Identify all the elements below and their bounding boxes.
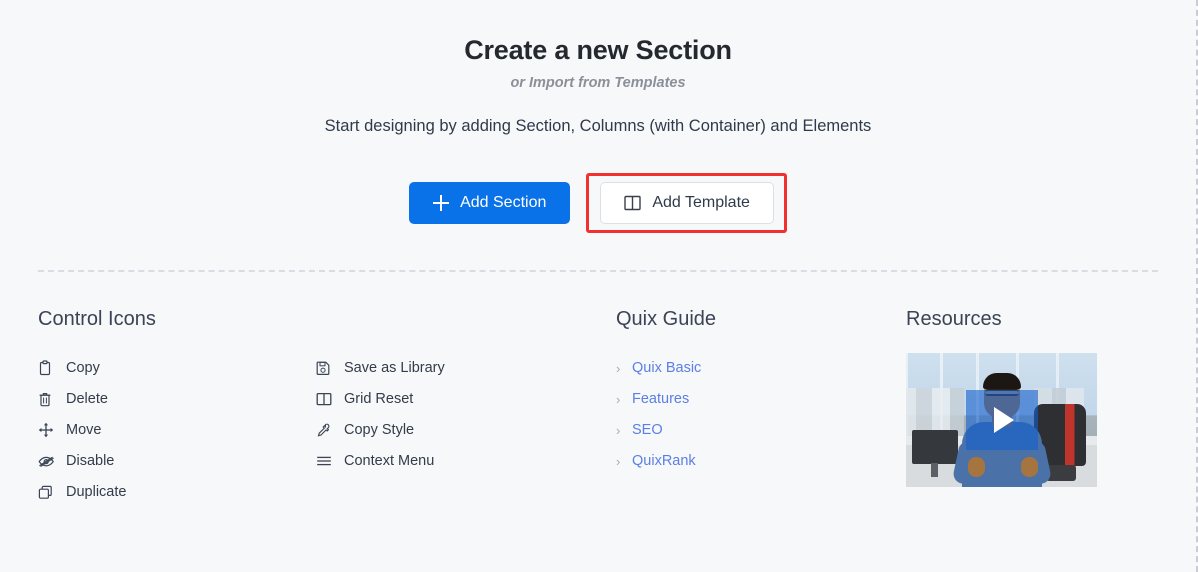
guide-link-label[interactable]: QuixRank [632, 453, 696, 469]
hero-section: Create a new Section or Import from Temp… [0, 0, 1196, 233]
quix-guide-column: Quix Guide › Quix Basic › Features › SEO… [616, 307, 906, 508]
page-title: Create a new Section [464, 35, 732, 65]
control-item-grid-reset: Grid Reset [316, 384, 616, 415]
control-item-label: Delete [66, 391, 108, 408]
template-columns-icon [624, 195, 642, 211]
control-icons-column-second: Save as Library Grid Reset Copy Style Co… [316, 307, 616, 508]
control-item-move: Move [38, 415, 316, 446]
control-item-label: Context Menu [344, 453, 435, 470]
video-person-hand-left [968, 457, 985, 478]
quix-guide-title: Quix Guide [616, 307, 717, 330]
control-item-disable: Disable [38, 446, 316, 477]
plus-icon [433, 194, 450, 211]
control-item-label: Grid Reset [344, 391, 414, 408]
grid-columns-icon [316, 392, 338, 406]
quix-builder-empty-state: Create a new Section or Import from Temp… [0, 0, 1198, 572]
add-template-button[interactable]: Add Template [600, 181, 774, 224]
resources-column: Resources [906, 307, 1136, 508]
add-section-label: Add Section [460, 193, 547, 211]
move-arrows-icon [38, 422, 60, 438]
chevron-right-icon: › [616, 453, 621, 469]
resource-video-thumbnail[interactable] [906, 352, 1097, 487]
control-item-label: Copy [66, 360, 100, 377]
resources-title: Resources [906, 307, 1002, 330]
play-button[interactable] [965, 389, 1038, 450]
video-monitor-stand [931, 462, 938, 477]
chevron-right-icon: › [616, 422, 621, 438]
clipboard-icon [38, 360, 60, 376]
video-person-hair [983, 372, 1021, 389]
add-section-button[interactable]: Add Section [409, 181, 571, 224]
control-item-context-menu: Context Menu [316, 446, 616, 477]
chevron-right-icon: › [616, 391, 621, 407]
guide-link-seo[interactable]: › SEO [616, 415, 906, 446]
guide-link-features[interactable]: › Features [616, 384, 906, 415]
page-description: Start designing by adding Section, Colum… [324, 116, 872, 135]
page-subtitle: or Import from Templates [510, 74, 686, 91]
floppy-save-icon [316, 361, 338, 376]
guide-link-label[interactable]: Features [632, 391, 689, 407]
control-item-label: Move [66, 422, 102, 439]
control-item-copy: Copy [38, 353, 316, 384]
control-item-delete: Delete [38, 384, 316, 415]
control-item-label: Duplicate [66, 484, 127, 501]
guide-link-quix-basic[interactable]: › Quix Basic [616, 353, 906, 384]
control-item-duplicate: Duplicate [38, 477, 316, 508]
add-template-label: Add Template [652, 193, 750, 211]
guide-link-quixrank[interactable]: › QuixRank [616, 446, 906, 477]
video-person-hand-right [1021, 457, 1038, 478]
hamburger-menu-icon [316, 455, 338, 467]
highlight-annotation: Add Template [586, 172, 787, 233]
play-triangle-icon [994, 406, 1014, 433]
guide-link-label[interactable]: SEO [632, 422, 663, 438]
control-item-label: Copy Style [344, 422, 415, 439]
control-item-save-as-library: Save as Library [316, 353, 616, 384]
section-divider [38, 269, 1158, 272]
chevron-right-icon: › [616, 360, 621, 376]
eye-slash-icon [38, 454, 60, 468]
duplicate-squares-icon [38, 485, 60, 500]
control-item-label: Save as Library [344, 360, 445, 377]
control-icons-title: Control Icons [38, 307, 156, 330]
guide-link-label[interactable]: Quix Basic [632, 360, 701, 376]
control-icons-column: Control Icons Copy Delete Move Disable D… [38, 307, 616, 508]
video-monitor [912, 430, 958, 465]
trash-icon [38, 391, 60, 407]
control-item-label: Disable [66, 453, 115, 470]
action-button-row: Add Section Add Template [0, 172, 1196, 233]
info-columns: Control Icons Copy Delete Move Disable D… [0, 307, 1196, 508]
eyedropper-icon [316, 423, 338, 438]
control-item-copy-style: Copy Style [316, 415, 616, 446]
